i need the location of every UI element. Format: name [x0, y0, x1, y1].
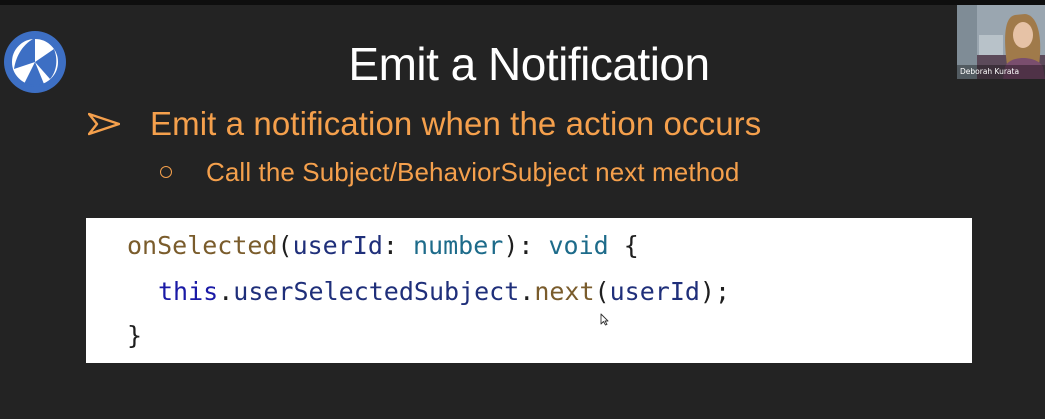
arrowhead-bullet-icon [88, 110, 120, 138]
code-type: number [413, 231, 504, 260]
code-open-brace: { [608, 231, 639, 260]
sub-bullet-text: Call the Subject/BehaviorSubject next me… [206, 156, 740, 187]
code-line-1: onSelected(userId: number): void { [127, 230, 639, 262]
code-punctuation: ); [699, 277, 731, 306]
sub-bullet-item: Call the Subject/BehaviorSubject next me… [160, 154, 739, 190]
code-punctuation: ( [594, 277, 610, 306]
code-punctuation: . [218, 277, 234, 306]
code-line-3: } [127, 320, 142, 352]
code-method: next [534, 277, 595, 306]
presenter-webcam: Deborah Kurata [957, 5, 1045, 79]
top-bar [0, 0, 1045, 5]
code-line-2: this.userSelectedSubject.next(userId); [158, 276, 730, 308]
code-punctuation: ): [503, 231, 549, 260]
hollow-circle-bullet-icon [160, 166, 172, 178]
code-snippet-panel: onSelected(userId: number): void { this.… [86, 218, 972, 363]
bullet-text: Emit a notification when the action occu… [150, 105, 762, 142]
code-return-type: void [548, 231, 609, 260]
presenter-name-label: Deborah Kurata [960, 67, 1020, 76]
code-member: userSelectedSubject [233, 277, 520, 306]
mouse-pointer-icon [600, 313, 609, 326]
slide-title: Emit a Notification [348, 38, 710, 90]
code-keyword: this [158, 277, 219, 306]
code-function-name: onSelected [127, 231, 278, 260]
bullet-item: Emit a notification when the action occu… [88, 102, 761, 146]
code-punctuation: : [382, 231, 413, 260]
code-punctuation: ( [277, 231, 293, 260]
code-parameter: userId [292, 231, 383, 260]
code-argument: userId [609, 277, 700, 306]
code-close-brace: } [127, 321, 143, 350]
code-punctuation: . [519, 277, 535, 306]
